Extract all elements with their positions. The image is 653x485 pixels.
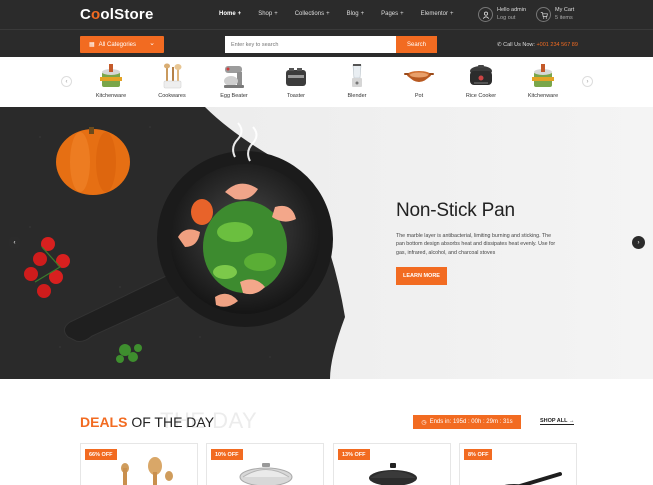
- category-item-rice-cooker[interactable]: Rice Cooker: [461, 63, 501, 99]
- category-next-arrow[interactable]: ›: [582, 76, 593, 87]
- category-item-kitchenware-2[interactable]: Kitchenware: [523, 63, 563, 99]
- hero-title: Non-Stick Pan: [396, 200, 515, 221]
- hero-next-arrow[interactable]: ›: [632, 236, 645, 249]
- arrow-right-icon: →: [568, 418, 575, 424]
- chevron-down-icon: ⌄: [149, 40, 155, 47]
- account-greeting: Hello admin: [497, 7, 527, 13]
- category-item-kitchenware[interactable]: Kitchenware: [91, 63, 131, 99]
- cart-info[interactable]: My Cart 5 items: [555, 6, 574, 22]
- deals-title: DEALS OF THE DAY: [80, 414, 214, 430]
- cart-count: 5 items: [555, 15, 573, 21]
- hero-description: The marble layer is antibacterial, limit…: [396, 233, 556, 256]
- countdown-timer: ◷ Ends in: 195d : 00h : 29m : 31s: [413, 415, 521, 429]
- logout-link[interactable]: Log out: [497, 14, 526, 22]
- call-us: ✆ Call Us Now: +001 234 567 89: [497, 42, 578, 48]
- cart-icon[interactable]: [536, 7, 551, 22]
- top-header: CoolStore Home + Shop + Collections + Blog +…: [0, 0, 653, 29]
- product-card[interactable]: 13% OFF: [333, 443, 451, 485]
- grid-icon: ▦: [89, 42, 95, 48]
- category-label: Rice Cooker: [465, 93, 497, 99]
- nav-collections-label: Collections: [294, 11, 325, 17]
- category-item-toaster[interactable]: Toaster: [276, 63, 316, 99]
- toaster-icon: [281, 63, 311, 89]
- nav-blog-label: Blog: [346, 11, 359, 17]
- category-label: Cookwares: [158, 93, 186, 99]
- clock-icon: ◷: [421, 419, 427, 426]
- category-item-egg-beater[interactable]: Egg Beater: [214, 63, 254, 99]
- hero-prev-arrow[interactable]: ‹: [8, 236, 21, 249]
- nav-pages[interactable]: Pages +: [381, 11, 404, 17]
- category-carousel: ‹ › Kitchenware Cookwares Egg Beater Toa…: [0, 57, 653, 107]
- shop-all-link[interactable]: SHOP ALL →: [540, 418, 575, 425]
- product-card[interactable]: 66% OFF: [80, 443, 198, 485]
- product-card[interactable]: 10% OFF: [206, 443, 324, 485]
- cookwares-icon: [157, 63, 187, 89]
- blender-icon: [342, 63, 372, 89]
- main-nav: Home + Shop + Collections + Blog + Pages + El…: [219, 11, 471, 17]
- nav-shop[interactable]: Shop +: [258, 11, 278, 17]
- phone-number[interactable]: +001 234 567 89: [536, 42, 577, 48]
- search-input[interactable]: [225, 36, 396, 53]
- logo-text-1: C: [80, 6, 92, 23]
- category-item-blender[interactable]: Blender: [337, 63, 377, 99]
- category-label: Toaster: [286, 93, 306, 99]
- category-prev-arrow[interactable]: ‹: [61, 76, 72, 87]
- category-label: Kitchenware: [527, 93, 559, 99]
- nav-collections[interactable]: Collections +: [295, 11, 330, 17]
- category-label: Kitchenware: [95, 93, 127, 99]
- rice-cooker-icon: [466, 63, 496, 89]
- nav-home-label: Home: [219, 11, 236, 17]
- logo[interactable]: CoolStore: [80, 6, 154, 23]
- product-image: [504, 472, 562, 485]
- nav-elementor-label: Elementor: [420, 11, 449, 17]
- product-image: [121, 457, 173, 485]
- nav-home[interactable]: Home +: [219, 11, 241, 17]
- nav-shop-label: Shop: [258, 11, 273, 17]
- category-label: Blender: [347, 93, 367, 99]
- nav-blog[interactable]: Blog +: [347, 11, 365, 17]
- search-bar: ▦ All Categories ⌄ Search ✆ Call Us Now:…: [0, 29, 653, 57]
- cart-label: My Cart: [555, 7, 575, 13]
- shop-all-label: SHOP ALL: [540, 418, 568, 424]
- nav-pages-label: Pages: [381, 11, 399, 17]
- countdown-text: Ends in: 195d : 00h : 29m : 31s: [429, 419, 513, 425]
- deals-title-highlight: DEALS: [80, 414, 128, 430]
- pot-icon: [404, 63, 434, 89]
- nav-elementor[interactable]: Elementor +: [421, 11, 454, 17]
- call-label: Call Us Now:: [503, 42, 535, 48]
- user-icon[interactable]: [478, 7, 493, 22]
- kitchenware-icon: [96, 63, 126, 89]
- hero-banner: ‹ › Non-Stick Pan The marble layer is an…: [0, 107, 653, 379]
- account-info[interactable]: Hello admin Log out: [497, 6, 526, 22]
- phone-icon: ✆: [497, 42, 502, 48]
- kitchenware-icon: [528, 63, 558, 89]
- product-card[interactable]: 8% OFF: [459, 443, 577, 485]
- category-item-cookwares[interactable]: Cookwares: [152, 63, 192, 99]
- search-button[interactable]: Search: [396, 36, 437, 53]
- category-label: Egg Beater: [220, 93, 248, 99]
- deals-title-rest: OF THE DAY: [131, 414, 215, 430]
- all-categories-label: All Categories: [98, 41, 137, 48]
- category-item-pot[interactable]: Pot: [399, 63, 439, 99]
- egg-beater-icon: [219, 63, 249, 89]
- logo-text-2: olStore: [100, 6, 154, 23]
- learn-more-button[interactable]: LEARN MORE: [396, 267, 447, 285]
- product-image: [369, 463, 417, 485]
- product-image: [239, 463, 293, 485]
- all-categories-button[interactable]: ▦ All Categories ⌄: [80, 36, 164, 53]
- category-label: Pot: [414, 93, 424, 99]
